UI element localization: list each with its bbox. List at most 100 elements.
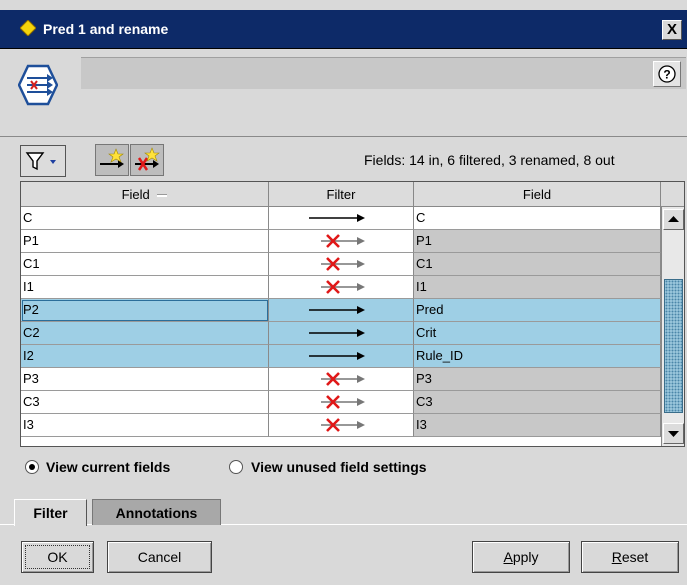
field-out-cell[interactable]: Crit: [414, 322, 661, 345]
help-icon: ?: [658, 65, 676, 83]
field-out-cell[interactable]: C1: [414, 253, 661, 276]
field-out-cell[interactable]: P1: [414, 230, 661, 253]
filter-cell[interactable]: [269, 391, 414, 414]
column-header-filter[interactable]: Filter: [269, 182, 414, 207]
filter-cell[interactable]: [269, 207, 414, 230]
field-in-cell[interactable]: P3: [21, 368, 269, 391]
filter-cell[interactable]: [269, 414, 414, 437]
column-header-field-in[interactable]: Field: [21, 182, 269, 207]
window-title: Pred 1 and rename: [43, 21, 169, 37]
filter-cell[interactable]: [269, 276, 414, 299]
diamond-node-icon: [20, 20, 36, 36]
filter-remove-arrow-icon: [321, 395, 365, 409]
view-current-fields-radio[interactable]: [25, 460, 39, 474]
filter-remove-arrow-icon: [321, 257, 365, 271]
cancel-button[interactable]: Cancel: [107, 541, 212, 573]
funnel-icon: [25, 152, 56, 171]
column-header-field-in-label: Field: [121, 187, 150, 202]
tab-annotations[interactable]: Annotations: [92, 499, 221, 525]
field-out-cell[interactable]: I3: [414, 414, 661, 437]
reset-mnemonic: R: [611, 549, 622, 565]
table-row[interactable]: I3 I3: [21, 414, 661, 437]
view-unused-settings-radio[interactable]: [229, 460, 243, 474]
filter-cell[interactable]: [269, 230, 414, 253]
arrow-head: [357, 306, 365, 314]
filter-dialog: Pred 1 and rename X ? Fields: 14 in, 6 f…: [0, 0, 687, 585]
field-out-cell[interactable]: Pred: [414, 299, 661, 322]
ok-button[interactable]: OK: [21, 541, 94, 573]
ok-focus-ring: [25, 545, 90, 569]
include-all-fields-icon: [100, 148, 124, 168]
scroll-down-button[interactable]: [663, 423, 684, 444]
table-row[interactable]: P3 P3: [21, 368, 661, 391]
filter-pass-arrow-icon: [309, 306, 365, 314]
arrow-head: [357, 352, 365, 360]
field-in-cell[interactable]: P2: [21, 299, 269, 322]
field-in-cell[interactable]: C3: [21, 391, 269, 414]
filter-cell[interactable]: [269, 253, 414, 276]
arrow-head: [357, 375, 365, 383]
vertical-scrollbar[interactable]: [661, 207, 684, 446]
filter-pass-arrow-icon: [309, 214, 365, 222]
view-current-fields-label[interactable]: View current fields: [46, 459, 170, 475]
field-in-cell[interactable]: C2: [21, 322, 269, 345]
help-button[interactable]: ?: [653, 61, 681, 87]
reset-button[interactable]: Reset: [581, 541, 679, 573]
table-row[interactable]: P2 Pred: [21, 299, 661, 322]
table-row[interactable]: C2 Crit: [21, 322, 661, 345]
scroll-down-icon: [668, 431, 679, 437]
field-out-cell[interactable]: C: [414, 207, 661, 230]
header-corner: [661, 182, 684, 207]
table-row[interactable]: C1 C1: [21, 253, 661, 276]
scroll-up-icon: [668, 216, 679, 222]
table-row[interactable]: CC: [21, 207, 661, 230]
field-in-cell[interactable]: P1: [21, 230, 269, 253]
fields-status: Fields: 14 in, 6 filtered, 3 renamed, 8 …: [364, 152, 615, 168]
table-row[interactable]: I2 Rule_ID: [21, 345, 661, 368]
field-out-cell[interactable]: I1: [414, 276, 661, 299]
filter-cell[interactable]: [269, 345, 414, 368]
arrow-head: [357, 260, 365, 268]
header-separator: [0, 136, 687, 137]
filter-remove-arrow-icon: [321, 234, 365, 248]
exclude-all-fields-button[interactable]: [130, 144, 164, 176]
arrow-head: [357, 214, 365, 222]
filter-cell[interactable]: [269, 322, 414, 345]
filter-remove-arrow-icon: [321, 372, 365, 386]
arrow-head: [357, 283, 365, 291]
field-in-cell[interactable]: I2: [21, 345, 269, 368]
field-in-cell[interactable]: C1: [21, 253, 269, 276]
arrow-head: [357, 421, 365, 429]
table-row[interactable]: P1 P1: [21, 230, 661, 253]
arrow-head: [357, 329, 365, 337]
table-row[interactable]: I1 I1: [21, 276, 661, 299]
field-in-cell[interactable]: I1: [21, 276, 269, 299]
filter-node-icon: [18, 64, 58, 106]
filter-pass-arrow-icon: [309, 329, 365, 337]
filter-pass-arrow-icon: [309, 352, 365, 360]
scroll-up-button[interactable]: [663, 209, 684, 230]
filter-cell[interactable]: [269, 299, 414, 322]
field-in-cell[interactable]: C: [21, 207, 269, 230]
table-row[interactable]: C3 C3: [21, 391, 661, 414]
field-out-cell[interactable]: C3: [414, 391, 661, 414]
tab-filter[interactable]: Filter: [14, 499, 87, 526]
arrow-head: [357, 237, 365, 245]
close-button[interactable]: X: [662, 20, 682, 40]
help-icon-glyph: ?: [663, 68, 670, 82]
field-in-cell[interactable]: I3: [21, 414, 269, 437]
scroll-thumb[interactable]: [664, 279, 683, 413]
apply-mnemonic: A: [503, 549, 513, 565]
field-out-cell[interactable]: P3: [414, 368, 661, 391]
filter-options-menu-button[interactable]: [20, 145, 66, 177]
filter-cell[interactable]: [269, 368, 414, 391]
field-out-cell[interactable]: Rule_ID: [414, 345, 661, 368]
filter-remove-arrow-icon: [321, 418, 365, 432]
exclude-all-fields-icon: [135, 147, 160, 171]
arrow-head: [357, 398, 365, 406]
include-all-fields-button[interactable]: [95, 144, 129, 176]
apply-button[interactable]: Apply: [472, 541, 570, 573]
column-header-field-out[interactable]: Field: [414, 182, 661, 207]
sort-indicator-icon: [157, 194, 168, 198]
view-unused-settings-label[interactable]: View unused field settings: [251, 459, 427, 475]
